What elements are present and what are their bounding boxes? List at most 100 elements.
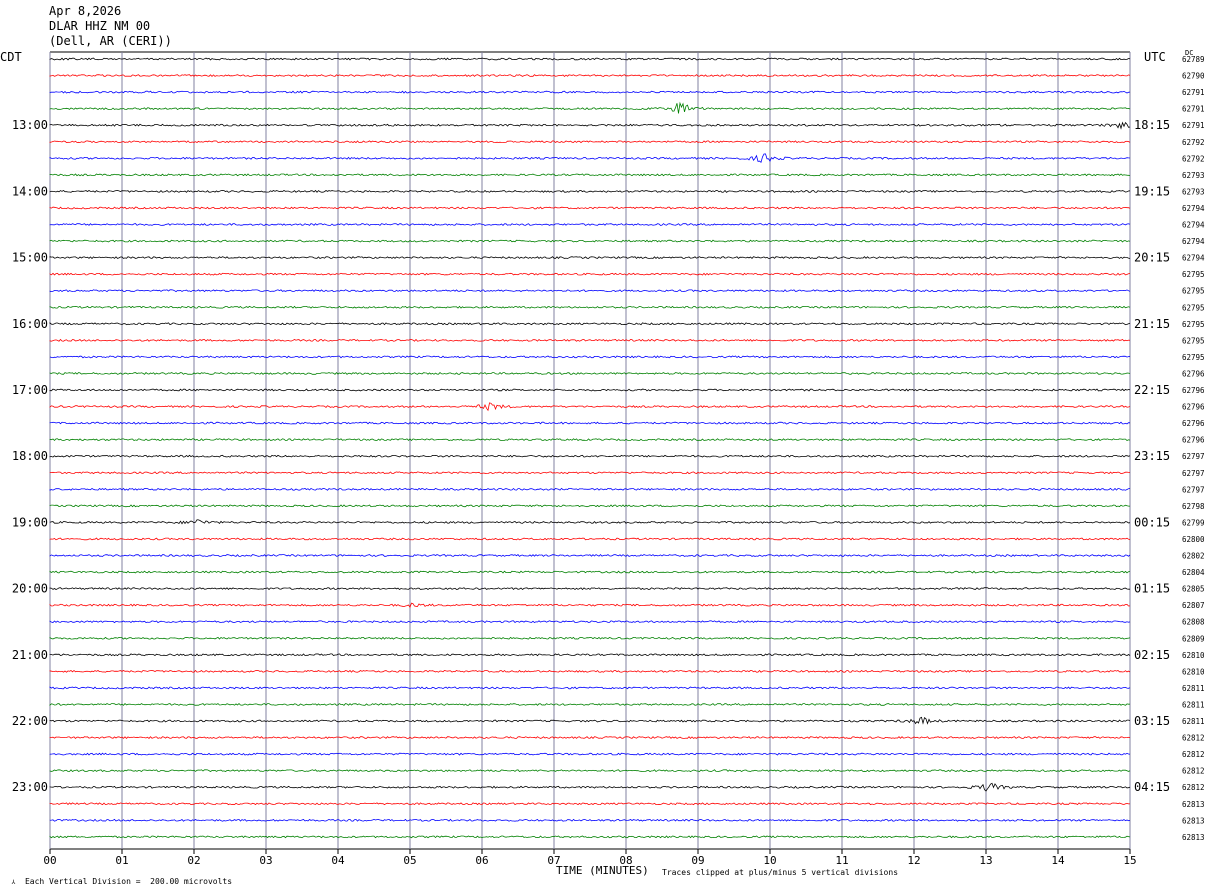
seismic-trace: [49, 305, 1131, 309]
dc-offset-label: 62808: [1182, 618, 1205, 627]
cdt-hour-label: 17:00: [12, 383, 48, 397]
seismic-trace: [49, 223, 1131, 226]
seismic-trace: [49, 769, 1131, 773]
utc-hour-label: 03:15: [1134, 714, 1170, 728]
dc-offset-label: 62796: [1182, 419, 1205, 428]
seismic-trace: [49, 101, 1131, 114]
dc-offset-label: 62796: [1182, 369, 1205, 378]
seismic-trace: [49, 686, 1131, 690]
dc-offset-label: 62796: [1182, 436, 1205, 445]
cdt-hour-label: 19:00: [12, 515, 48, 529]
seismic-trace: [49, 57, 1131, 61]
x-tick-label: 05: [403, 854, 416, 867]
seismic-trace: [49, 636, 1131, 640]
dc-offset-label: 62797: [1182, 452, 1205, 461]
dc-offset-label: 62810: [1182, 667, 1205, 676]
dc-offset-label: 62800: [1182, 535, 1205, 544]
dc-offset-label: 62813: [1182, 816, 1205, 825]
utc-hour-label: 04:15: [1134, 780, 1170, 794]
cdt-hour-label: 15:00: [12, 251, 48, 265]
dc-offset-label: 62812: [1182, 750, 1205, 759]
dc-offset-label: 62805: [1182, 585, 1205, 594]
utc-hour-label: 19:15: [1134, 184, 1170, 198]
dc-offset-label: 62811: [1182, 700, 1205, 709]
seismic-trace: [49, 402, 1131, 412]
seismic-trace: [49, 289, 1131, 293]
seismic-trace: [49, 570, 1131, 574]
dc-offset-label: 62797: [1182, 469, 1205, 478]
x-tick-label: 06: [475, 854, 488, 867]
dc-offset-label: 62813: [1182, 800, 1205, 809]
utc-hour-label: 02:15: [1134, 648, 1170, 662]
seismic-trace: [49, 338, 1131, 342]
seismic-trace: [49, 454, 1131, 458]
seismic-trace: [49, 372, 1131, 375]
seismic-trace: [49, 782, 1131, 792]
seismic-trace: [49, 471, 1131, 475]
dc-offset-label: 62811: [1182, 684, 1205, 693]
seismic-trace: [49, 519, 1131, 525]
utc-hour-label: 20:15: [1134, 251, 1170, 265]
seismic-trace: [49, 388, 1131, 392]
utc-hour-label: 01:15: [1134, 582, 1170, 596]
seismic-trace: [49, 322, 1131, 326]
seismic-trace: [49, 537, 1131, 541]
dc-offset-label: 62795: [1182, 320, 1205, 329]
x-tick-label: 09: [691, 854, 704, 867]
seismic-trace: [49, 256, 1131, 260]
cdt-hour-label: 21:00: [12, 648, 48, 662]
cdt-hour-label: 14:00: [12, 184, 48, 198]
seismic-trace: [49, 74, 1131, 77]
seismic-trace: [49, 752, 1131, 756]
x-tick-label: 15: [1123, 854, 1136, 867]
seismic-trace: [49, 121, 1131, 130]
seismic-trace: [49, 355, 1131, 359]
cdt-hour-label: 18:00: [12, 449, 48, 463]
seismic-trace: [49, 587, 1130, 591]
dc-offset-label: 62790: [1182, 72, 1205, 81]
x-tick-label: 02: [187, 854, 200, 867]
seismic-trace: [49, 421, 1131, 425]
seismic-trace: [49, 206, 1131, 210]
dc-offset-label: 62810: [1182, 651, 1205, 660]
dc-offset-label: 62813: [1182, 833, 1205, 842]
dc-offset-label: 62791: [1182, 88, 1205, 97]
dc-offset-label: 62791: [1182, 105, 1205, 114]
seismic-trace: [49, 487, 1131, 491]
utc-hour-label: 22:15: [1134, 383, 1170, 397]
dc-offset-label: 62793: [1182, 187, 1205, 196]
seismic-trace: [49, 818, 1131, 822]
seismic-trace: [49, 140, 1131, 144]
dc-offset-label: 62804: [1182, 568, 1205, 577]
dc-offset-label: 62798: [1182, 502, 1205, 511]
dc-offset-label: 62796: [1182, 403, 1205, 412]
x-tick-label: 10: [763, 854, 776, 867]
seismic-trace: [49, 669, 1131, 673]
seismic-trace: [49, 438, 1131, 442]
dc-offset-label: 62812: [1182, 767, 1205, 776]
utc-hour-label: 21:15: [1134, 317, 1170, 331]
x-tick-label: 14: [1051, 854, 1065, 867]
seismic-trace: [49, 716, 1131, 725]
dc-offset-label: 62795: [1182, 303, 1205, 312]
seismic-trace: [49, 153, 1131, 163]
x-tick-label: 13: [979, 854, 992, 867]
x-tick-label: 03: [259, 854, 272, 867]
helicorder-plot: 00 01 02 03 04 05 06 07 08 09 10 11 12 13 14 1562789627…: [12, 51, 1205, 867]
seismic-trace: [49, 620, 1131, 624]
x-tick-label: 12: [907, 854, 920, 867]
dc-offset-label: 62794: [1182, 254, 1205, 263]
x-tick-label: 00: [43, 854, 56, 867]
dc-offset-label: 62807: [1182, 601, 1205, 610]
dc-offset-label: 62795: [1182, 336, 1205, 345]
cdt-hour-label: 16:00: [12, 317, 48, 331]
x-axis-title: TIME (MINUTES): [556, 864, 649, 877]
seismic-trace: [49, 504, 1130, 508]
x-tick-label: 04: [331, 854, 345, 867]
dc-offset-label: 62812: [1182, 734, 1205, 743]
x-tick-label: 11: [835, 854, 848, 867]
dc-offset-label: 62795: [1182, 270, 1205, 279]
scale-text: Each Vertical Division = 200.00 microvol…: [24, 877, 233, 886]
scale-footnote: ⅄ Each Vertical Division = 200.00 microv…: [2, 868, 232, 886]
dc-offset-label: 62799: [1182, 518, 1205, 527]
